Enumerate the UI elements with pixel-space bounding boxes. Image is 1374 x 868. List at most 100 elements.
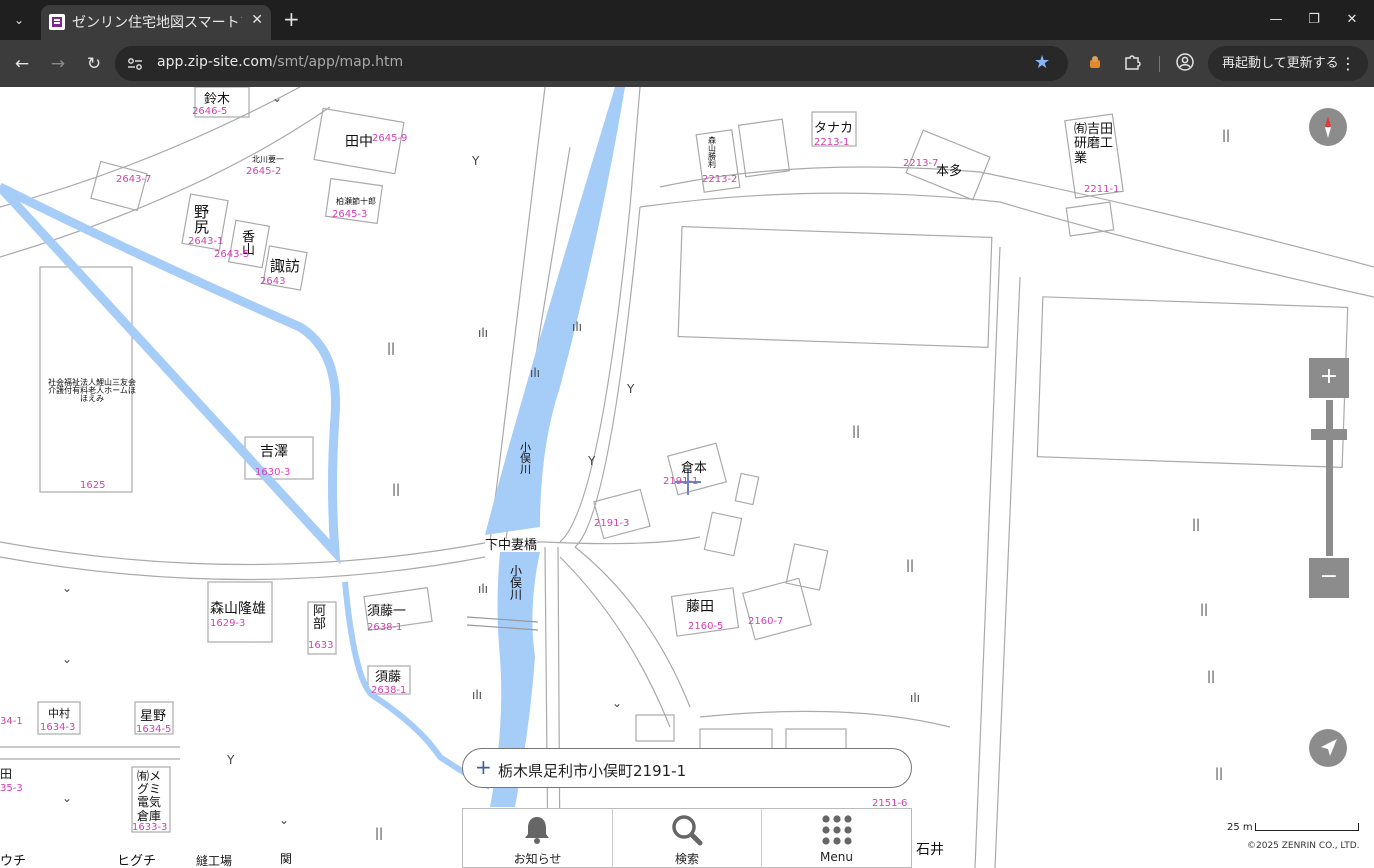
active-tab[interactable]: ゼンリン住宅地図スマートフォン ✕	[41, 5, 271, 40]
zoom-out-button[interactable]: −	[1309, 558, 1349, 598]
compass-button[interactable]	[1309, 108, 1347, 146]
more-menu-icon[interactable]: ⋮	[1340, 46, 1356, 81]
back-button[interactable]: ←	[10, 52, 34, 76]
map-label: 鈴木	[204, 92, 231, 107]
extensions-puzzle-icon[interactable]	[1122, 53, 1142, 73]
zoom-in-button[interactable]: +	[1309, 358, 1349, 398]
map-label: 石井	[916, 842, 944, 858]
map-label: 柏瀬節十郎	[336, 197, 376, 206]
field-symbol: ||	[852, 424, 861, 438]
mulberry-symbol: Y	[472, 154, 480, 168]
lot-number: 1630-3	[255, 467, 291, 478]
building-large-2	[1036, 296, 1349, 468]
tab-title: ゼンリン住宅地図スマートフォン	[72, 15, 242, 31]
current-location-button[interactable]	[1309, 729, 1347, 767]
field-symbol: ||	[1222, 128, 1231, 142]
update-restart-button[interactable]: 再起動して更新する ⋮	[1208, 46, 1368, 81]
building-2191-3	[593, 488, 651, 540]
new-tab-button[interactable]: +	[283, 7, 300, 31]
site-settings-icon[interactable]	[126, 55, 144, 73]
rice-symbol: ılı	[472, 688, 483, 702]
lot-number: 2643-7	[116, 174, 152, 185]
mulberry-symbol: Y	[227, 753, 235, 767]
notice-label: お知らせ	[513, 852, 562, 866]
address-bar[interactable]: app.zip-site.com/smt/app/map.htm ★	[115, 46, 1068, 81]
minimize-button[interactable]: —	[1265, 10, 1287, 30]
field-symbol: ||	[392, 482, 401, 496]
mulberry-symbol: Y	[627, 382, 635, 396]
extension-icon[interactable]	[1085, 53, 1105, 73]
lot-number: 2160-7	[748, 616, 784, 627]
field-symbol: ||	[375, 826, 384, 840]
search-label: 検索	[674, 852, 699, 866]
search-button[interactable]: 検索	[612, 809, 761, 868]
map-label: 星野	[140, 709, 167, 724]
lot-number: 34-1	[0, 716, 23, 727]
lot-number: 1633-3	[132, 822, 168, 833]
lot-number: 35-3	[0, 783, 23, 794]
search-icon	[672, 815, 703, 846]
zenrin-favicon-icon	[49, 14, 65, 30]
lot-number: 2191-3	[594, 518, 630, 529]
field-symbol: ||	[1215, 766, 1224, 780]
menu-button[interactable]: Menu	[761, 809, 911, 868]
map-label: 森山勝利	[708, 136, 716, 169]
field-symbol: ||	[1207, 669, 1216, 683]
stream-west	[0, 182, 341, 565]
road-main	[0, 536, 701, 566]
rice-symbol: ılı	[478, 582, 489, 596]
map-label: 中村	[48, 707, 70, 720]
facility-label: 社会福祉法人鯉山三友会介護付有料老人ホームほほえみ	[48, 378, 136, 403]
tab-search-button[interactable]: ⌄	[6, 8, 32, 32]
orchard-symbol: ⌄	[612, 696, 623, 710]
rice-symbol: ılı	[530, 366, 541, 380]
road-east-vertical	[974, 246, 1001, 868]
road-east	[639, 192, 1374, 298]
field-symbol: ||	[1200, 602, 1209, 616]
profile-avatar-icon[interactable]	[1175, 53, 1195, 73]
address-display[interactable]: + 栃木県足利市小俣町2191-1	[462, 748, 912, 788]
lot-number: 2643-1	[188, 236, 224, 247]
map-canvas[interactable]: 鈴木 2646-5 田中 2645-9 北川要一 2645-2 2643-7 柏…	[0, 87, 1374, 868]
road-south-east	[699, 710, 951, 728]
lot-number: 2638-1	[371, 685, 407, 696]
navigation-arrow-icon	[1321, 739, 1337, 756]
grid-menu-icon	[822, 815, 852, 845]
zoom-slider-handle[interactable]	[1311, 429, 1347, 440]
reload-button[interactable]: ↻	[82, 52, 106, 76]
url-host: app.zip-site.com	[157, 54, 273, 70]
orchard-symbol: ⌄	[272, 91, 283, 105]
plus-icon[interactable]: +	[475, 755, 492, 779]
lot-number: 2638-1	[367, 622, 403, 633]
url-text: app.zip-site.com/smt/app/map.htm	[157, 54, 403, 70]
close-icon[interactable]: ✕	[251, 12, 263, 28]
restore-button[interactable]: ❐	[1303, 10, 1325, 30]
map-label: 須藤一	[367, 604, 407, 619]
lot-number: 2213-2	[702, 174, 738, 185]
map-label: 倉本	[681, 461, 708, 476]
map-label: 藤田	[686, 599, 714, 615]
field-symbol: ||	[387, 341, 396, 355]
lot-number: 1625	[80, 480, 106, 491]
window-close-button[interactable]: ✕	[1341, 10, 1363, 30]
bell-icon	[525, 817, 549, 844]
map-label: 野尻	[194, 203, 210, 236]
copyright: ©2025 ZENRIN CO., LTD.	[1247, 841, 1360, 851]
building-plain-3	[635, 714, 675, 742]
map-label: 吉澤	[260, 444, 288, 460]
lot-number: 1629-3	[210, 618, 246, 629]
lot-number: 2643	[260, 276, 286, 287]
bookmark-star-icon[interactable]: ★	[1034, 52, 1050, 73]
road-east-north	[659, 166, 1374, 268]
lot-number: 2645-2	[246, 166, 282, 177]
map-label: 田中	[345, 134, 373, 150]
lot-number: 2646-5	[192, 106, 228, 117]
forward-button[interactable]: →	[46, 52, 70, 76]
lot-number: 1634-5	[136, 724, 172, 735]
river-label-north: 小俣川	[520, 441, 531, 476]
scale-bar	[1255, 823, 1359, 831]
zoom-slider-track[interactable]	[1326, 400, 1333, 556]
bottom-navigation: お知らせ 検索 Menu	[462, 808, 912, 868]
notice-button[interactable]: お知らせ	[463, 809, 612, 868]
lot-number: 2191-1	[663, 476, 699, 487]
